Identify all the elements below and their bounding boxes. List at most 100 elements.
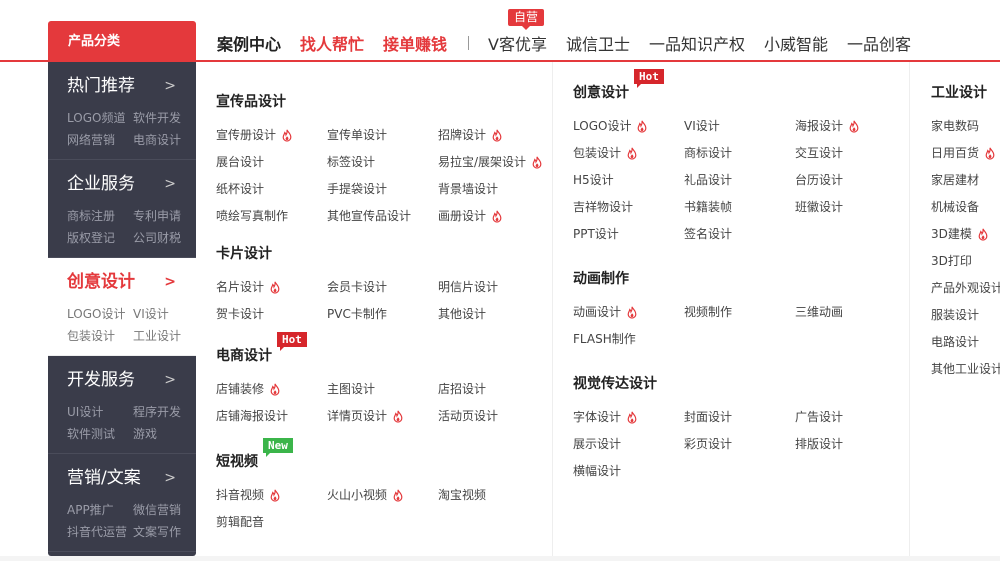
category-header[interactable]: 产品分类 (48, 21, 196, 62)
menu-item[interactable]: 礼品设计 (684, 171, 795, 189)
sidebar-link[interactable]: 商标注册 (67, 207, 133, 224)
menu-item[interactable]: 视频制作 (684, 303, 795, 321)
menu-item[interactable]: 吉祥物设计 (573, 198, 684, 216)
menu-item[interactable]: PPT设计 (573, 225, 684, 243)
sidebar-link[interactable]: 抖音代运营 (67, 523, 133, 540)
menu-item[interactable]: 字体设计 (573, 408, 684, 426)
menu-section-title[interactable]: 工业设计 (931, 83, 987, 103)
menu-item[interactable]: 家居建材 (931, 171, 1000, 189)
sidebar-link[interactable]: APP推广 (67, 501, 133, 518)
menu-item[interactable]: 封面设计 (684, 408, 795, 426)
menu-item[interactable]: 其他设计 (438, 305, 558, 323)
sidebar-category-title[interactable]: 企业服务 > (67, 172, 196, 196)
sidebar-link[interactable]: 工业设计 (133, 327, 193, 344)
menu-item[interactable]: 会员卡设计 (327, 278, 438, 296)
sidebar-link[interactable]: 微信营销 (133, 501, 193, 518)
sidebar-link[interactable]: VI设计 (133, 305, 193, 322)
menu-item[interactable]: 3D建模 (931, 225, 1000, 243)
sidebar-link[interactable]: 公司财税 (133, 229, 193, 246)
sidebar-link[interactable]: 游戏 (133, 425, 193, 442)
sidebar-category[interactable]: 创意设计 > LOGO设计 VI设计 包装设计 工业设计 (48, 258, 196, 356)
sidebar-category-title[interactable]: 开发服务 > (67, 368, 196, 392)
sidebar-category[interactable]: 开发服务 > UI设计 程序开发 软件测试 游戏 (48, 356, 196, 454)
menu-item[interactable]: 彩页设计 (684, 435, 795, 453)
nav-link[interactable]: 小威智能 (764, 31, 828, 55)
sidebar-category-title[interactable]: 热门推荐 > (67, 74, 196, 98)
sidebar-category[interactable]: 企业服务 > 商标注册 专利申请 版权登记 公司财税 (48, 160, 196, 258)
menu-item[interactable]: 展示设计 (573, 435, 684, 453)
menu-section-title[interactable]: 短视频 New (216, 438, 293, 472)
sidebar-link[interactable]: 文案写作 (133, 523, 193, 540)
menu-item[interactable]: 动画设计 (573, 303, 684, 321)
menu-item[interactable]: 台历设计 (795, 171, 915, 189)
menu-item[interactable]: 宣传单设计 (327, 126, 438, 144)
menu-item[interactable]: 排版设计 (795, 435, 915, 453)
nav-link[interactable]: 接单赚钱 (383, 31, 447, 55)
sidebar-category[interactable]: 营销/文案 > APP推广 微信营销 抖音代运营 文案写作 (48, 454, 196, 552)
menu-item[interactable]: 包装设计 (573, 144, 684, 162)
menu-item[interactable]: 喷绘写真制作 (216, 207, 327, 225)
menu-section-title[interactable]: 视觉传达设计 (573, 374, 657, 394)
menu-item[interactable]: 海报设计 (795, 117, 915, 135)
menu-item[interactable]: 详情页设计 (327, 407, 438, 425)
menu-item[interactable]: 商标设计 (684, 144, 795, 162)
menu-item[interactable]: 班徽设计 (795, 198, 915, 216)
sidebar-link[interactable]: 版权登记 (67, 229, 133, 246)
sidebar-link[interactable]: 软件测试 (67, 425, 133, 442)
menu-item[interactable]: 标签设计 (327, 153, 438, 171)
menu-item[interactable]: 活动页设计 (438, 407, 558, 425)
menu-item[interactable]: 店招设计 (438, 380, 558, 398)
menu-item[interactable]: 家电数码 (931, 117, 1000, 135)
menu-item[interactable]: 手提袋设计 (327, 180, 438, 198)
menu-item[interactable]: H5设计 (573, 171, 684, 189)
menu-item[interactable]: 火山小视频 (327, 486, 438, 504)
menu-item[interactable]: 贺卡设计 (216, 305, 327, 323)
menu-item[interactable]: 展台设计 (216, 153, 327, 171)
nav-link[interactable]: V客优享 自营 (488, 9, 547, 55)
menu-item[interactable]: 画册设计 (438, 207, 558, 225)
menu-item[interactable]: 店铺装修 (216, 380, 327, 398)
menu-section-title[interactable]: 创意设计 Hot (573, 69, 664, 103)
menu-item[interactable]: 日用百货 (931, 144, 1000, 162)
menu-item[interactable]: 易拉宝/展架设计 (438, 153, 558, 171)
menu-section-title[interactable]: 电商设计 Hot (216, 332, 307, 366)
menu-item[interactable]: 宣传册设计 (216, 126, 327, 144)
nav-link[interactable]: 一品创客 (847, 31, 911, 55)
sidebar-link[interactable]: 包装设计 (67, 327, 133, 344)
menu-item[interactable]: 其他宣传品设计 (327, 207, 438, 225)
menu-section-title[interactable]: 动画制作 (573, 269, 629, 289)
menu-item[interactable]: 书籍装帧 (684, 198, 795, 216)
menu-item[interactable]: VI设计 (684, 117, 795, 135)
menu-section-title[interactable]: 卡片设计 (216, 244, 272, 264)
menu-item[interactable]: 淘宝视频 (438, 486, 558, 504)
sidebar-category-title[interactable]: 营销/文案 > (67, 466, 196, 490)
menu-item[interactable]: 剪辑配音 (216, 513, 327, 531)
sidebar-link[interactable]: 电商设计 (133, 131, 193, 148)
nav-link[interactable]: 案例中心 (217, 31, 281, 55)
menu-item[interactable]: FLASH制作 (573, 330, 684, 348)
menu-item[interactable]: 3D打印 (931, 252, 1000, 270)
menu-section-title[interactable]: 宣传品设计 (216, 92, 286, 112)
menu-item[interactable]: 签名设计 (684, 225, 795, 243)
menu-item[interactable]: 背景墙设计 (438, 180, 558, 198)
menu-item[interactable]: 纸杯设计 (216, 180, 327, 198)
menu-item[interactable]: 主图设计 (327, 380, 438, 398)
menu-item[interactable]: 其他工业设计 (931, 360, 1000, 378)
sidebar-link[interactable]: LOGO设计 (67, 305, 133, 322)
menu-item[interactable]: 电路设计 (931, 333, 1000, 351)
sidebar-link[interactable]: 网络营销 (67, 131, 133, 148)
menu-item[interactable]: 服装设计 (931, 306, 1000, 324)
sidebar-category-title[interactable]: 创意设计 > (67, 270, 196, 294)
sidebar-link[interactable]: 软件开发 (133, 109, 193, 126)
menu-item[interactable]: 名片设计 (216, 278, 327, 296)
menu-item[interactable]: LOGO设计 (573, 117, 684, 135)
nav-link[interactable]: 找人帮忙 (300, 31, 364, 55)
menu-item[interactable]: 广告设计 (795, 408, 915, 426)
nav-link[interactable]: 一品知识产权 (649, 31, 745, 55)
menu-item[interactable]: PVC卡制作 (327, 305, 438, 323)
menu-item[interactable]: 抖音视频 (216, 486, 327, 504)
menu-item[interactable]: 交互设计 (795, 144, 915, 162)
sidebar-link[interactable]: 程序开发 (133, 403, 193, 420)
menu-item[interactable]: 横幅设计 (573, 462, 684, 480)
menu-item[interactable]: 招牌设计 (438, 126, 558, 144)
